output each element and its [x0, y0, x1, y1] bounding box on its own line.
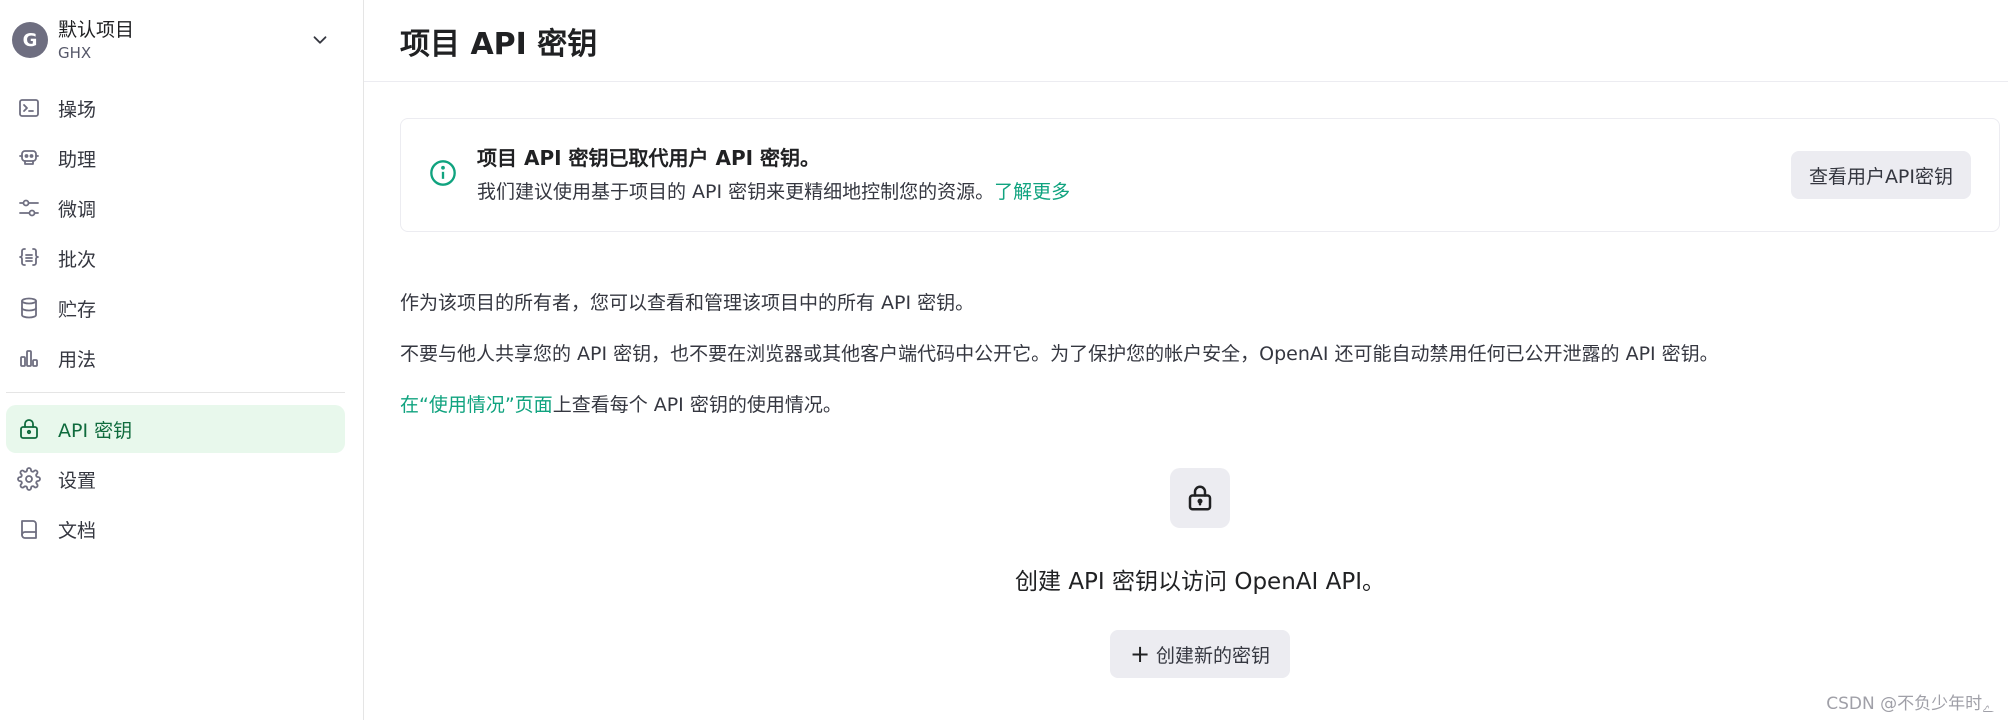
bar-chart-icon [16, 345, 42, 371]
sidebar-item-assistants[interactable]: 助理 [6, 134, 345, 182]
sidebar-nav: 操场 助理 微调 批次 贮存 用法 API 密钥 设置 文档 [6, 84, 345, 553]
project-org: GHX [58, 44, 92, 62]
plus-icon: + [1129, 640, 1151, 668]
terminal-icon [16, 95, 42, 121]
sliders-icon [16, 195, 42, 221]
braces-icon [16, 245, 42, 271]
usage-hint-text: 上查看每个 API 密钥的使用情况。 [552, 394, 842, 416]
sidebar-item-label: 用法 [58, 348, 97, 371]
app-root: G 默认项目 GHX 操场 助理 微调 批次 贮存 用法 API 密钥 设置 文… [0, 0, 2008, 720]
view-user-api-keys-button[interactable]: 查看用户API密钥 [1790, 151, 1971, 199]
empty-state-lock-tile [1170, 468, 1230, 528]
robot-icon [16, 145, 42, 171]
notice-body: 我们建议使用基于项目的 API 密钥来更精细地控制您的资源。 [477, 181, 995, 203]
info-icon [429, 159, 457, 191]
sidebar-item-settings[interactable]: 设置 [6, 455, 345, 503]
project-text: 默认项目 GHX [58, 17, 309, 63]
watermark: CSDN @不负少年时ﮮ [1826, 694, 1994, 714]
security-warning: 不要与他人共享您的 API 密钥，也不要在浏览器或其他客户端代码中公开它。为了保… [400, 343, 1719, 365]
sidebar-item-usage[interactable]: 用法 [6, 334, 345, 382]
sidebar-item-label: 批次 [58, 248, 97, 271]
create-new-key-button[interactable]: + 创建新的密钥 [1109, 630, 1291, 678]
lock-icon [1188, 485, 1212, 511]
sidebar-item-playground[interactable]: 操场 [6, 84, 345, 132]
notice-text: 项目 API 密钥已取代用户 API 密钥。 我们建议使用基于项目的 API 密… [477, 141, 1791, 209]
sidebar-item-finetune[interactable]: 微调 [6, 184, 345, 232]
info-notice: 项目 API 密钥已取代用户 API 密钥。 我们建议使用基于项目的 API 密… [400, 118, 2000, 232]
page-content: 项目 API 密钥已取代用户 API 密钥。 我们建议使用基于项目的 API 密… [364, 82, 2008, 678]
lock-icon [16, 416, 42, 442]
sidebar-item-label: 助理 [58, 148, 97, 171]
sidebar-item-docs[interactable]: 文档 [6, 505, 345, 553]
book-icon [16, 516, 42, 542]
learn-more-link[interactable]: 了解更多 [994, 181, 1070, 203]
sidebar-item-api-keys[interactable]: API 密钥 [6, 405, 345, 453]
sidebar-item-label: 操场 [58, 98, 97, 121]
project-avatar: G [12, 22, 48, 58]
sidebar: G 默认项目 GHX 操场 助理 微调 批次 贮存 用法 API 密钥 设置 文… [0, 0, 364, 720]
sidebar-item-label: 设置 [58, 469, 97, 492]
chevron-down-icon[interactable] [309, 29, 331, 51]
sidebar-item-label: API 密钥 [58, 419, 133, 442]
sidebar-item-label: 文档 [58, 519, 97, 542]
sidebar-divider [6, 392, 345, 393]
usage-page-link[interactable]: 在“使用情况”页面 [400, 394, 553, 416]
notice-title: 项目 API 密钥已取代用户 API 密钥。 [477, 146, 821, 170]
page-title: 项目 API 密钥 [400, 26, 598, 62]
empty-state: 创建 API 密钥以访问 OpenAI API。 + 创建新的密钥 [400, 468, 2000, 678]
empty-state-text: 创建 API 密钥以访问 OpenAI API。 [1015, 569, 1385, 595]
sidebar-item-label: 贮存 [58, 298, 97, 321]
create-new-key-label: 创建新的密钥 [1156, 644, 1271, 667]
usage-hint: 在“使用情况”页面上查看每个 API 密钥的使用情况。 [400, 392, 2000, 418]
sidebar-item-storage[interactable]: 贮存 [6, 284, 345, 332]
sidebar-item-batches[interactable]: 批次 [6, 234, 345, 282]
project-name: 默认项目 [58, 19, 135, 41]
notice-body-line: 我们建议使用基于项目的 API 密钥来更精细地控制您的资源。了解更多 [477, 175, 1791, 209]
owner-description: 作为该项目的所有者，您可以查看和管理该项目中的所有 API 密钥。 [400, 292, 975, 314]
main-panel: 项目 API 密钥 项目 API 密钥已取代用户 API 密钥。 我们建议使用基… [364, 0, 2008, 720]
sidebar-item-label: 微调 [58, 198, 97, 221]
gear-icon [16, 466, 42, 492]
page-header: 项目 API 密钥 [364, 0, 2008, 82]
project-switcher[interactable]: G 默认项目 GHX [6, 0, 345, 80]
database-icon [16, 295, 42, 321]
